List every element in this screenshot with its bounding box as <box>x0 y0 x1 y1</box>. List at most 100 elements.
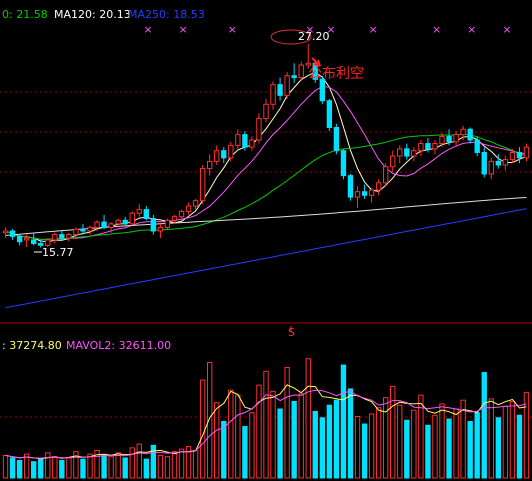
volume-bar <box>129 447 135 479</box>
volume-bar <box>453 408 459 479</box>
volume-bar <box>404 419 410 479</box>
volume-bar <box>164 456 171 479</box>
candle-body <box>446 135 452 143</box>
volume-bar <box>382 397 389 479</box>
volume-bar <box>143 458 150 479</box>
candle-body <box>143 209 150 220</box>
indicator-mavol2: MAVOL2: 32611.00 <box>66 339 171 352</box>
candle-body <box>516 151 523 159</box>
volume-bar <box>235 394 241 479</box>
volume-bar <box>467 421 473 479</box>
candle-body <box>94 221 100 228</box>
candle-body <box>284 75 290 96</box>
candle-body <box>66 234 72 239</box>
candle-body <box>2 230 9 234</box>
candle-body <box>319 78 326 102</box>
volume-bar <box>523 392 530 479</box>
candle-body <box>23 237 30 241</box>
candle-body <box>221 150 227 159</box>
volume-bar <box>87 453 93 479</box>
candle-body <box>390 155 396 168</box>
volume-bar <box>361 423 368 479</box>
signal-cross-icon: × <box>432 23 441 36</box>
volume-bar <box>59 459 65 479</box>
candle-body <box>45 239 51 246</box>
candle-body <box>38 242 44 246</box>
candle-body <box>101 221 107 228</box>
signal-cross-icon: × <box>143 23 152 36</box>
volume-bar <box>368 413 375 479</box>
volume-bar <box>411 409 417 479</box>
candle-body <box>52 234 58 241</box>
volume-bar <box>432 414 438 479</box>
candle-body <box>397 148 403 157</box>
volume-bar <box>66 457 72 479</box>
volume-bar <box>354 416 361 479</box>
volume-bar <box>2 454 9 479</box>
candle-body <box>277 84 283 96</box>
signal-cross-icon: × <box>179 23 188 36</box>
volume-bar <box>228 389 234 479</box>
chart-canvas: × × × × × × × × × 0: 21.58 MA120: 20.13 MA250: 1… <box>0 8 532 479</box>
volume-bar <box>305 358 311 479</box>
candle-body <box>291 75 297 79</box>
candle-body <box>178 210 185 218</box>
candle-body <box>87 226 93 232</box>
volume-bar <box>495 417 502 479</box>
signal-cross-icon: × <box>502 23 511 36</box>
candle-body <box>73 228 79 236</box>
candle-body <box>347 175 354 198</box>
candle-body <box>361 191 368 196</box>
volume-bar <box>45 452 51 479</box>
candle-body <box>439 135 445 145</box>
volume-bar <box>319 417 326 479</box>
volume-bar <box>122 457 128 479</box>
candle-body <box>185 205 192 212</box>
ma5-line <box>5 71 527 243</box>
volume-bar <box>326 404 333 479</box>
candle-body <box>411 150 417 157</box>
volume-bar <box>157 454 164 479</box>
candle-body <box>228 144 234 159</box>
candle-body <box>171 216 178 221</box>
candle-body <box>136 209 142 214</box>
candle-body <box>333 126 340 152</box>
volume-bar <box>375 407 382 479</box>
signal-cross-icon: × <box>228 23 237 36</box>
volume-bar <box>38 458 44 479</box>
volume-bar <box>206 362 213 479</box>
volume-bar <box>9 457 16 479</box>
volume-bar <box>516 414 523 479</box>
volume-bar <box>439 403 445 479</box>
volume-bars <box>2 358 530 479</box>
candle-body <box>115 219 121 225</box>
candle-body <box>432 143 438 150</box>
volume-bar <box>446 418 452 479</box>
candle-body <box>326 100 333 128</box>
volume-bar <box>16 459 23 479</box>
candle-body <box>509 151 516 161</box>
volume-bar <box>52 456 58 479</box>
ma250-line <box>5 208 527 309</box>
stock-chart: × × × × × × × × × 0: 21.58 MA120: 20.13 MA250: 1… <box>0 0 532 481</box>
volume-bar <box>249 412 255 479</box>
grid-lines <box>0 91 532 418</box>
candle-body <box>108 223 114 228</box>
signal-cross-icon: × <box>369 23 378 36</box>
candle-body <box>199 168 206 202</box>
candle-body <box>80 228 86 232</box>
candle-body <box>214 150 220 162</box>
candle-body <box>164 219 171 228</box>
volume-bar <box>502 405 509 479</box>
volume-bar <box>312 410 318 479</box>
volume-bar <box>221 421 227 479</box>
volume-bar <box>136 443 142 479</box>
candle-body <box>16 235 23 243</box>
candle-body <box>270 84 276 105</box>
candle-body <box>30 239 37 244</box>
volume-bar <box>397 404 403 479</box>
candle-body <box>375 182 382 191</box>
volume-bar <box>214 402 220 479</box>
candle-body <box>481 151 487 175</box>
volume-bar <box>199 379 206 479</box>
